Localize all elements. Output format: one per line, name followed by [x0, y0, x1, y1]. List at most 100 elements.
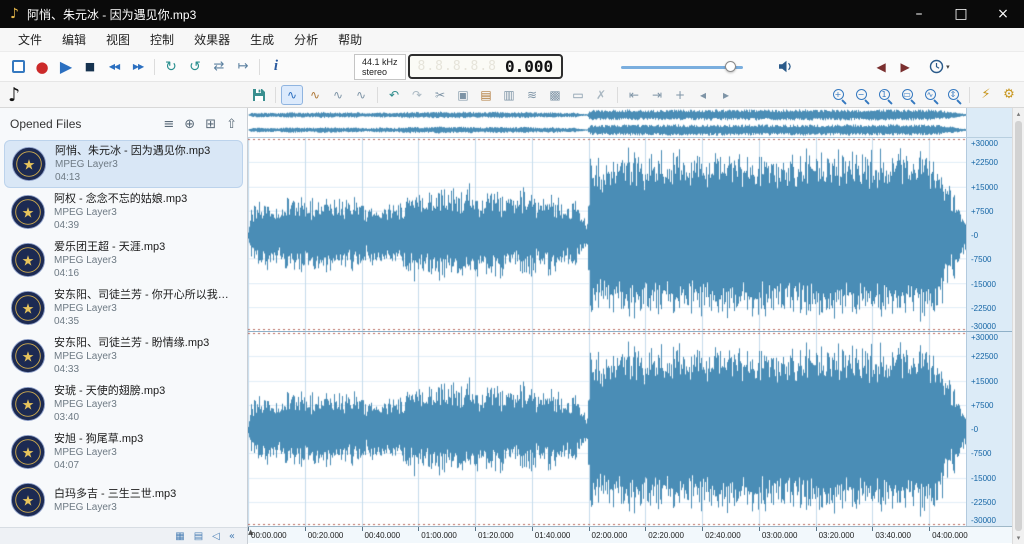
- minimize-button[interactable]: –: [898, 0, 940, 28]
- list-item[interactable]: ★ 白玛多吉 - 三生三世.mp3 MPEG Layer3: [4, 476, 243, 524]
- timeline-tick-mark: [758, 527, 760, 531]
- info-button[interactable]: i: [264, 55, 288, 79]
- file-meta: 白玛多吉 - 三生三世.mp3 MPEG Layer3: [54, 487, 176, 514]
- left-channel-waveform[interactable]: [248, 138, 966, 331]
- mute-speaker-icon[interactable]: ◁: [212, 531, 220, 542]
- undo-button[interactable]: ↶: [383, 85, 405, 105]
- amplitude-tick: +30000: [971, 139, 998, 148]
- album-star-icon: ★: [10, 482, 46, 518]
- shuttle-button[interactable]: ⇄: [207, 55, 231, 79]
- settings-gear-button[interactable]: ⚙: [998, 85, 1020, 105]
- zoom-all-button[interactable]: ∿: [919, 85, 941, 105]
- list-view-icon[interactable]: ▤: [194, 531, 203, 542]
- set-selection-start-button[interactable]: ⇤: [623, 85, 645, 105]
- waveform-scrollbar[interactable]: ▴ ▾: [1012, 108, 1024, 544]
- amplitude-tick: +22500: [971, 352, 998, 362]
- set-selection-end-button[interactable]: ⇥: [646, 85, 668, 105]
- menu-bar: 文件 编辑 视图 控制 效果器 生成 分析 帮助: [0, 28, 1024, 52]
- separator: [969, 86, 970, 103]
- zoom-out-button[interactable]: −: [850, 85, 872, 105]
- album-badge-icon: ★: [10, 242, 46, 278]
- list-item[interactable]: ★ 安旭 - 狗尾草.mp3 MPEG Layer3 04:07: [4, 428, 243, 476]
- right-channel-waveform[interactable]: [248, 332, 966, 526]
- timeline-tick: 02:00.000: [591, 531, 628, 540]
- paste-new-button[interactable]: ▥: [498, 85, 520, 105]
- trim-button[interactable]: ▭: [567, 85, 589, 105]
- zoom-100-button[interactable]: 1: [873, 85, 895, 105]
- overview-spacer: [966, 108, 1012, 137]
- collapse-sidebar-icon[interactable]: «: [229, 531, 235, 542]
- previous-cue-button[interactable]: ◂: [692, 85, 714, 105]
- view-selection-button[interactable]: ∿: [304, 85, 326, 105]
- next-cue-button[interactable]: ▸: [715, 85, 737, 105]
- amplitude-tick: -30000: [971, 516, 996, 525]
- menu-item-3[interactable]: 视图: [96, 31, 140, 48]
- zoom-vertical-button[interactable]: ⇕: [942, 85, 964, 105]
- seek-back-button[interactable]: ◀: [869, 55, 893, 79]
- replace-button[interactable]: ▩: [544, 85, 566, 105]
- list-item[interactable]: ★ 安东阳、司徒兰芳 - 你开心所以我快... MPEG Layer3 04:35: [4, 284, 243, 332]
- list-item[interactable]: ★ 阿权 - 念念不忘的姑娘.mp3 MPEG Layer3 04:39: [4, 188, 243, 236]
- maximize-button[interactable]: □: [940, 0, 982, 28]
- loop-selection-button[interactable]: ↺: [183, 55, 207, 79]
- close-button[interactable]: ×: [982, 0, 1024, 28]
- playback-history-button[interactable]: ▾: [929, 59, 950, 74]
- record-button[interactable]: ●: [30, 55, 54, 79]
- cut-button[interactable]: ✂: [429, 85, 451, 105]
- scroll-down-icon[interactable]: ▾: [1017, 534, 1021, 542]
- file-meta: 爱乐团王超 - 天涯.mp3 MPEG Layer3 04:16: [54, 240, 165, 280]
- loop-play-button[interactable]: ↻: [159, 55, 183, 79]
- amplitude-scale-left: +30000 +22500 +15000 +7500 -0 -7500 -15000 -225…: [966, 138, 1012, 331]
- overview-strip[interactable]: [248, 108, 1012, 138]
- menu-item-8[interactable]: 帮助: [328, 31, 372, 48]
- device-properties-button[interactable]: ⚡: [975, 85, 997, 105]
- overview-waveform[interactable]: [248, 108, 966, 137]
- volume-slider[interactable]: [621, 57, 744, 77]
- menu-item-1[interactable]: 文件: [8, 31, 52, 48]
- rewind-button[interactable]: ◀◀: [102, 55, 126, 79]
- mix-button[interactable]: ≋: [521, 85, 543, 105]
- delete-button[interactable]: ✗: [590, 85, 612, 105]
- seek-forward-button[interactable]: ▶: [893, 55, 917, 79]
- list-item[interactable]: ★ 阿悄、朱元冰 - 因为遇见你.mp3 MPEG Layer3 04:13: [4, 140, 243, 188]
- add-file-icon[interactable]: ⊕: [184, 117, 195, 132]
- paste-button[interactable]: ▤: [475, 85, 497, 105]
- zoom-in-button[interactable]: +: [827, 85, 849, 105]
- list-item[interactable]: ★ 安琥 - 天使的翅膀.mp3 MPEG Layer3 03:40: [4, 380, 243, 428]
- scroll-up-icon[interactable]: ▴: [1017, 110, 1021, 118]
- speaker-icon[interactable]: [773, 55, 797, 79]
- grid-view-icon[interactable]: ▦: [175, 531, 184, 542]
- copy-button[interactable]: ▣: [452, 85, 474, 105]
- play-button[interactable]: ▶: [54, 55, 78, 79]
- add-marker-button[interactable]: +: [669, 85, 691, 105]
- volume-knob[interactable]: [724, 60, 736, 72]
- zoom-selection-button[interactable]: ▭: [896, 85, 918, 105]
- view-all-button[interactable]: ∿: [281, 84, 303, 105]
- list-item[interactable]: ★ 安东阳、司徒兰芳 - 盼情缘.mp3 MPEG Layer3 04:33: [4, 332, 243, 380]
- menu-item-5[interactable]: 效果器: [184, 31, 240, 48]
- duplicate-icon[interactable]: ⊞: [205, 117, 216, 132]
- timeline-tick-mark: [304, 527, 306, 531]
- menu-item-2[interactable]: 编辑: [52, 31, 96, 48]
- device-controls-button[interactable]: [6, 55, 30, 79]
- view-cue-points-button[interactable]: ∿: [350, 85, 372, 105]
- timeline-tick: 03:00.000: [761, 531, 798, 540]
- filter-icon[interactable]: ≡: [163, 117, 174, 132]
- view-previous-button[interactable]: ∿: [327, 85, 349, 105]
- redo-button[interactable]: ↷: [406, 85, 428, 105]
- scrollbar-thumb[interactable]: [1015, 121, 1022, 531]
- menu-item-4[interactable]: 控制: [140, 31, 184, 48]
- fast-forward-button[interactable]: ▶▶: [126, 55, 150, 79]
- play-to-end-button[interactable]: ↦: [231, 55, 255, 79]
- waveform-area: +30000 +22500 +15000 +7500 -0 -7500 -15000 -225…: [248, 108, 1012, 544]
- menu-item-7[interactable]: 分析: [284, 31, 328, 48]
- channel-mode-value: stereo: [362, 66, 388, 77]
- menu-item-6[interactable]: 生成: [240, 31, 284, 48]
- file-list: ★ 阿悄、朱元冰 - 因为遇见你.mp3 MPEG Layer3 04:13 ★ 阿权 -…: [0, 140, 247, 527]
- export-icon[interactable]: ⇧: [226, 117, 237, 132]
- save-button[interactable]: [248, 85, 270, 105]
- timeline-ruler[interactable]: ▲ 00:00.000 00:20.000 00:40.000 01:00.000 01…: [248, 526, 1012, 543]
- file-format: MPEG Layer3: [54, 501, 117, 513]
- stop-button[interactable]: ■: [78, 55, 102, 79]
- list-item[interactable]: ★ 爱乐团王超 - 天涯.mp3 MPEG Layer3 04:16: [4, 236, 243, 284]
